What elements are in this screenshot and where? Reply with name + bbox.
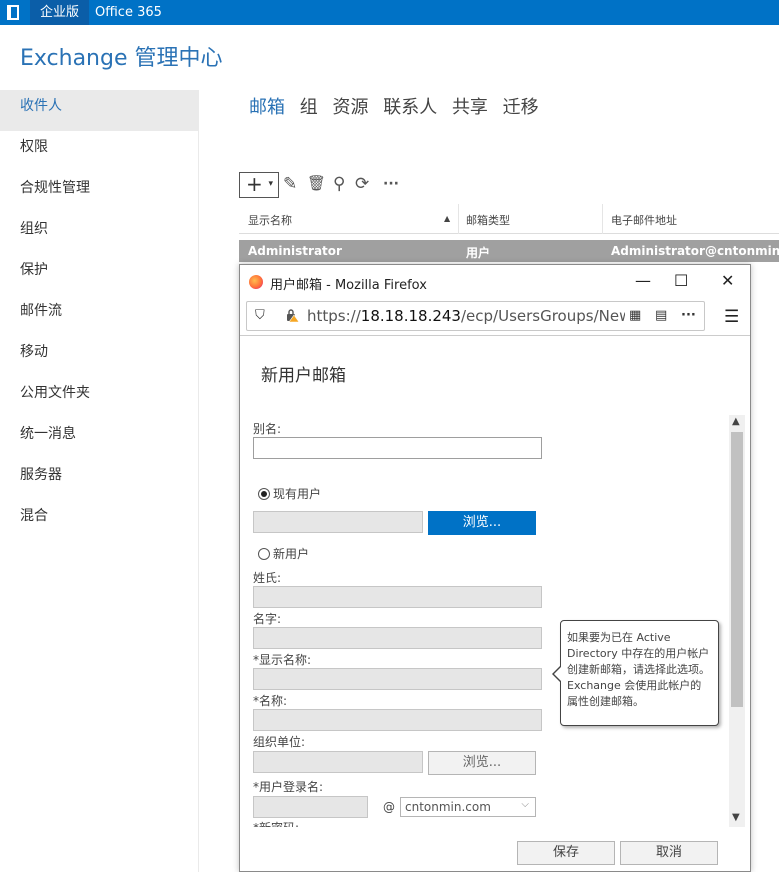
name-label: *名称: — [253, 694, 288, 708]
row-mailbox-type: 用户 — [466, 246, 491, 260]
url-path: /ecp/UsersGroups/NewMailb — [460, 307, 625, 325]
nav-item-mobile[interactable]: 移动 — [0, 336, 198, 377]
caret-down-icon: ▾ — [268, 179, 273, 189]
refresh-icon[interactable]: ⟳ — [355, 174, 369, 194]
column-email[interactable]: 电子邮件地址 — [611, 212, 677, 228]
radio-unselected-icon — [258, 548, 270, 560]
tab-resources[interactable]: 资源 — [332, 97, 368, 118]
top-bar: 企业版 Office 365 — [0, 0, 779, 25]
tab-enterprise[interactable]: 企业版 — [30, 0, 90, 25]
sub-tabs: 邮箱 组 资源 联系人 共享 迁移 — [249, 93, 548, 119]
url-host: 18.18.18.243 — [360, 307, 461, 325]
column-mailbox-type[interactable]: 邮箱类型 — [466, 212, 510, 228]
domain-select[interactable]: cntonmin.com ⌵ — [400, 797, 536, 817]
tab-contacts[interactable]: 联系人 — [383, 97, 437, 118]
scroll-thumb[interactable] — [731, 432, 743, 707]
radio-selected-icon — [258, 488, 270, 500]
display-name-label: *显示名称: — [253, 653, 312, 667]
plus-icon: + — [246, 172, 263, 196]
app-title: Exchange 管理中心 — [20, 46, 223, 71]
tab-office365[interactable]: Office 365 — [95, 0, 162, 25]
nav-item-mail-flow[interactable]: 邮件流 — [0, 295, 198, 336]
grid-header: 显示名称 ▲ 邮箱类型 电子邮件地址 — [239, 204, 779, 234]
nav-item-servers[interactable]: 服务器 — [0, 459, 198, 500]
alias-label: 别名: — [253, 422, 282, 436]
sort-asc-icon: ▲ — [444, 214, 451, 223]
left-nav: 收件人 权限 合规性管理 组织 保护 邮件流 移动 公用文件夹 统一消息 服务器… — [0, 90, 199, 872]
ou-input — [253, 751, 423, 773]
form-area: 别名: 现有用户 浏览... 新用户 姓氏: 名字: *显示名称: *名称: 组… — [240, 415, 730, 827]
at-sign: @ — [383, 800, 395, 814]
page-actions-icon[interactable]: ··· — [681, 308, 696, 323]
column-divider — [458, 204, 459, 234]
maximize-icon[interactable]: ☐ — [674, 271, 688, 290]
row-display-name: Administrator — [248, 244, 342, 258]
existing-user-field — [253, 511, 423, 533]
tab-mailboxes[interactable]: 邮箱 — [249, 97, 285, 118]
shield-icon[interactable]: ⛉ — [255, 308, 265, 323]
more-icon[interactable]: ··· — [383, 176, 399, 192]
surname-input[interactable] — [253, 586, 542, 608]
office-logo-icon[interactable] — [7, 5, 19, 20]
new-mailbox-window: 用户邮箱 - Mozilla Firefox — ☐ ✕ ⛉ https://1… — [239, 264, 751, 872]
existing-user-label: 现有用户 — [273, 487, 322, 501]
browse-ou-button[interactable]: 浏览... — [428, 751, 536, 775]
tab-groups[interactable]: 组 — [300, 97, 318, 118]
qr-code-icon[interactable]: ▦ — [629, 308, 641, 323]
column-divider — [602, 204, 603, 234]
existing-user-radio[interactable]: 现有用户 — [258, 485, 321, 502]
domain-value: cntonmin.com — [405, 800, 491, 814]
nav-item-permissions[interactable]: 权限 — [0, 131, 198, 172]
nav-item-public-folders[interactable]: 公用文件夹 — [0, 377, 198, 418]
tab-shared[interactable]: 共享 — [452, 97, 488, 118]
nav-item-compliance[interactable]: 合规性管理 — [0, 172, 198, 213]
nav-item-unified-messaging[interactable]: 统一消息 — [0, 418, 198, 459]
surname-label: 姓氏: — [253, 571, 282, 585]
chevron-down-icon: ⌵ — [521, 799, 529, 810]
window-title: 用户邮箱 - Mozilla Firefox — [270, 278, 427, 293]
cancel-button[interactable]: 取消 — [620, 841, 718, 865]
edit-pencil-icon[interactable]: ✎ — [283, 174, 297, 194]
name-input[interactable] — [253, 709, 542, 731]
minimize-icon[interactable]: — — [635, 271, 651, 290]
firefox-icon — [249, 275, 263, 289]
alias-input[interactable] — [253, 437, 542, 459]
nav-item-organization[interactable]: 组织 — [0, 213, 198, 254]
table-row[interactable]: Administrator 用户 Administrator@cntonmin.… — [239, 240, 779, 262]
new-user-radio[interactable]: 新用户 — [258, 545, 309, 562]
given-name-input[interactable] — [253, 627, 542, 649]
nav-item-recipients[interactable]: 收件人 — [0, 90, 198, 131]
existing-user-tooltip: 如果要为已在 Active Directory 中存在的用户帐户创建新邮箱，请选… — [552, 620, 719, 726]
scroll-down-icon[interactable]: ▼ — [732, 812, 740, 823]
url-bar[interactable]: ⛉ https://18.18.18.243/ecp/UsersGroups/N… — [246, 301, 705, 331]
logon-name-input[interactable] — [253, 796, 368, 818]
close-icon[interactable]: ✕ — [721, 271, 734, 290]
row-email: Administrator@cntonmin.com — [611, 244, 779, 258]
window-titlebar: 用户邮箱 - Mozilla Firefox — ☐ ✕ — [240, 265, 750, 299]
url-prefix: https:// — [307, 307, 361, 325]
search-icon[interactable]: ⚲ — [333, 174, 345, 194]
save-button[interactable]: 保存 — [517, 841, 615, 865]
browse-user-button[interactable]: 浏览... — [428, 511, 536, 535]
column-display-name[interactable]: 显示名称 — [248, 212, 292, 228]
delete-trash-icon[interactable]: 🗑 — [307, 174, 326, 192]
hamburger-menu-icon[interactable]: ☰ — [724, 307, 739, 327]
toolbar-divider — [240, 335, 750, 336]
nav-item-protection[interactable]: 保护 — [0, 254, 198, 295]
new-user-label: 新用户 — [273, 547, 310, 561]
reader-view-icon[interactable]: ▤ — [655, 308, 667, 323]
url-text[interactable]: https://18.18.18.243/ecp/UsersGroups/New… — [307, 307, 625, 325]
password-label: *新密码: — [253, 819, 299, 827]
add-button[interactable]: + ▾ — [239, 172, 279, 198]
given-name-label: 名字: — [253, 612, 282, 626]
insecure-lock-icon[interactable] — [285, 308, 299, 322]
display-name-input[interactable] — [253, 668, 542, 690]
logon-name-label: *用户登录名: — [253, 780, 324, 794]
form-title: 新用户邮箱 — [261, 366, 346, 386]
ou-label: 组织单位: — [253, 735, 306, 749]
tab-migration[interactable]: 迁移 — [503, 97, 539, 118]
nav-item-hybrid[interactable]: 混合 — [0, 500, 198, 541]
scroll-up-icon[interactable]: ▲ — [732, 416, 740, 427]
form-scrollbar[interactable]: ▲ ▼ — [729, 415, 745, 827]
